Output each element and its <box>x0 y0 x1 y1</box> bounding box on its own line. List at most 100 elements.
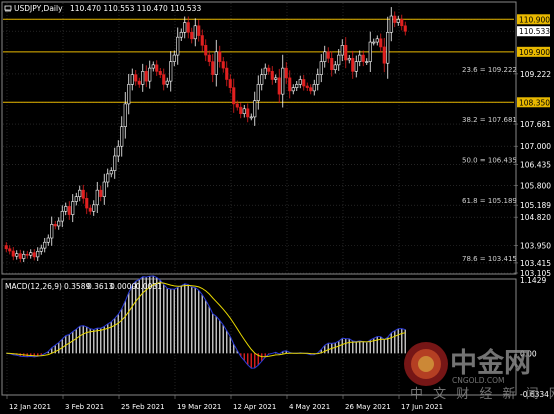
candle <box>50 224 54 239</box>
x-tick-label: 26 May 2021 <box>345 403 391 411</box>
candle <box>204 45 208 56</box>
candle <box>179 31 183 38</box>
chart-window: 23.6 = 109.222 38.2 = 107.681 50.0 = 106.4… <box>0 0 554 414</box>
y-tick-label: 109.222 <box>520 70 551 79</box>
x-tick-label: 12 Jan 2021 <box>9 403 51 411</box>
candle <box>151 64 155 69</box>
candle <box>316 74 320 85</box>
fib-level-label: 38.2 = 107.681 <box>462 116 517 124</box>
candle <box>232 87 236 105</box>
candle <box>382 46 386 64</box>
chart-canvas: 23.6 = 109.222 38.2 = 107.681 50.0 = 106.4… <box>0 0 554 414</box>
candle <box>53 224 57 227</box>
candle <box>375 38 379 43</box>
candle <box>165 80 169 85</box>
candle <box>95 189 99 206</box>
candle <box>302 79 306 87</box>
candle <box>25 253 29 256</box>
candle <box>85 197 89 209</box>
candle <box>249 116 253 119</box>
candle <box>225 67 229 80</box>
candle <box>368 41 372 62</box>
candle <box>305 85 309 88</box>
candle <box>344 45 348 61</box>
candle <box>127 84 131 105</box>
candle <box>183 22 187 33</box>
candle <box>214 51 218 75</box>
candle <box>389 15 393 33</box>
x-tick-label: 12 Apr 2021 <box>233 403 276 411</box>
candle <box>81 189 85 199</box>
ohlc-readout: 110.470 110.553 110.470 110.533 <box>70 4 201 13</box>
candle <box>120 126 124 147</box>
candle <box>365 61 369 63</box>
level-tag-label: 110.900 <box>519 15 550 24</box>
candle <box>158 71 162 75</box>
candle <box>326 51 330 59</box>
x-tick-label: 17 Jun 2021 <box>401 403 443 411</box>
candle <box>43 241 47 249</box>
candle <box>60 211 64 222</box>
candle <box>221 61 225 69</box>
candle <box>351 58 355 72</box>
candle <box>99 189 103 197</box>
candle <box>92 204 96 212</box>
candle <box>193 25 197 40</box>
y-tick-label: 104.820 <box>520 213 551 222</box>
candle <box>333 64 337 71</box>
candle <box>246 108 250 118</box>
x-tick-label: 25 Feb 2021 <box>121 403 165 411</box>
candle <box>393 15 397 23</box>
chart-header: USDJPY,Daily 110.470 110.553 110.470 110… <box>4 4 201 13</box>
candle <box>78 189 82 197</box>
candle <box>319 61 323 75</box>
candle <box>116 145 120 157</box>
candle <box>288 77 292 92</box>
candle <box>312 84 316 92</box>
candle <box>137 80 141 85</box>
candle <box>4 245 8 250</box>
candle <box>141 71 145 85</box>
y-tick-label: 105.800 <box>520 181 551 190</box>
candle <box>270 71 274 80</box>
candle <box>197 25 201 36</box>
candle <box>253 100 257 118</box>
y-tick-label: 107.681 <box>520 120 551 129</box>
candle <box>274 77 278 80</box>
candle <box>155 64 159 72</box>
x-tick-label: 3 Feb 2021 <box>65 403 104 411</box>
candle <box>15 253 19 257</box>
candle <box>323 51 327 62</box>
candle <box>239 106 243 114</box>
macd-label: MACD(12,26,9) <box>5 282 62 291</box>
candle <box>309 87 313 92</box>
candle <box>242 108 246 114</box>
candle <box>340 45 344 56</box>
y-tick-label: 105.189 <box>520 201 551 210</box>
candle <box>123 103 127 127</box>
candle <box>386 31 390 64</box>
candle <box>176 36 180 56</box>
candle <box>102 181 106 197</box>
candle <box>361 54 365 62</box>
candle <box>260 74 264 85</box>
candle <box>190 31 194 40</box>
y-tick-label: 103.415 <box>520 259 551 268</box>
watermark-sub-text: 中 文 财 经 新 闻 网 <box>410 386 554 402</box>
candle <box>263 67 267 75</box>
fib-level-label: 78.6 = 103.415 <box>462 255 517 263</box>
watermark-main-text: 中金网 <box>450 347 531 379</box>
candle <box>291 87 295 92</box>
candle <box>337 54 341 66</box>
candle <box>207 54 211 62</box>
candle <box>29 252 33 256</box>
candle <box>295 84 299 88</box>
candle <box>71 201 75 215</box>
candle <box>372 41 376 44</box>
level-tag-label: 109.900 <box>519 48 550 57</box>
candle <box>186 22 190 33</box>
fib-level-label: 23.6 = 109.222 <box>462 66 517 74</box>
candle <box>144 71 148 82</box>
candle <box>218 51 222 62</box>
fib-level-label: 61.8 = 105.189 <box>462 197 517 205</box>
